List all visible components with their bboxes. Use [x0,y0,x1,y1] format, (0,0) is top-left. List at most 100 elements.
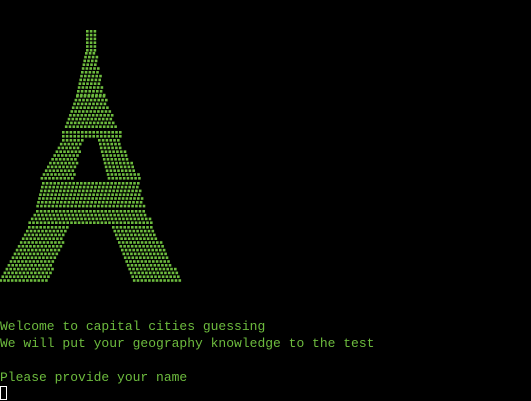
ascii-art-dot [130,264,134,267]
ascii-art-dot [33,245,36,248]
ascii-art-dot [119,245,123,248]
ascii-art-dot [81,67,85,70]
ascii-art-dot [89,37,93,41]
ascii-art-dot [138,189,142,193]
ascii-art-dot [121,169,124,172]
ascii-art-dot [104,121,107,125]
ascii-art-dot [93,45,97,48]
ascii-art-dot [102,182,106,185]
ascii-art-dot [89,33,93,37]
ascii-art-dot [118,182,121,185]
ascii-art-dot [86,213,90,217]
ascii-art-dot [69,131,73,134]
ascii-art-dot [134,221,138,224]
ascii-art-dot [91,59,94,63]
ascii-art-dot [109,117,113,121]
ascii-art-dot [36,221,39,224]
ascii-art-dot [114,158,117,161]
ascii-art-dot [127,221,130,224]
ascii-art-dot [25,245,28,248]
ascii-art-dot [93,98,97,102]
ascii-art-dot [63,201,67,204]
ascii-art-dot [115,210,119,213]
ascii-art-dot [83,125,87,128]
ascii-art-dot [129,182,132,185]
ascii-art-dot [47,260,51,263]
ascii-art-dot [86,41,89,44]
ascii-art-dot [136,201,139,204]
ascii-art-dot [47,204,51,208]
ascii-art-dot [164,264,168,267]
ascii-art-dot [64,182,68,185]
ascii-art-dot [144,279,147,282]
ascii-art-dot [94,63,97,66]
ascii-art-dot [113,139,116,142]
ascii-art-dot [50,193,54,196]
ascii-art-dot [143,213,147,217]
ascii-art-dot [88,90,91,93]
ascii-art-dot [45,182,49,185]
ascii-art-dot [44,213,48,217]
ascii-art-dot [99,74,102,78]
ascii-art-dot [159,248,162,252]
ascii-art-dot [106,173,110,176]
ascii-art-dot [53,197,56,200]
ascii-art-dot [140,229,143,233]
ascii-art-dot [40,252,43,256]
ascii-art-dot [62,131,65,134]
ascii-art-dot [79,95,83,98]
ascii-art-dot [129,197,132,200]
ascii-art-dot [103,131,107,134]
ascii-art-dot [50,173,53,176]
ascii-art-dot [9,275,12,278]
ascii-art-dot [84,217,87,221]
ascii-art-dot [142,204,146,208]
ascii-art-dot [117,139,120,142]
ascii-art-dot [142,226,145,229]
ascii-art-dot [23,248,26,252]
ascii-art-dot [57,217,61,221]
ascii-art-dot [92,121,96,125]
ascii-art-dot [118,217,121,221]
ascii-art-dot [174,279,178,282]
ascii-art-dot [30,271,33,275]
ascii-art-dot [107,146,111,150]
ascii-art-dot [80,193,84,196]
ascii-art-dot [38,264,41,267]
text-cursor[interactable] [0,386,7,400]
ascii-art-dot [155,267,158,271]
ascii-art-dot [99,102,103,106]
ascii-art-dot [20,267,24,271]
ascii-art-dot [98,213,101,217]
ascii-art-dot [107,193,111,196]
ascii-art-dot [109,154,113,157]
ascii-art-dot [127,256,131,259]
ascii-art-dot [129,260,132,263]
terminal-window[interactable]: Welcome to capital cities guessing We wi… [0,0,531,401]
ascii-art-dot [127,226,130,229]
ascii-art-dot [64,125,68,128]
ascii-art-dot [57,154,60,157]
ascii-art-dot [45,279,48,282]
eiffel-tower-ascii-art [0,30,182,282]
ascii-art-dot [99,146,103,150]
ascii-art-dot [71,213,75,217]
ascii-art-dot [92,135,95,138]
ascii-art-dot [55,252,59,256]
ascii-art-dot [57,241,61,244]
ascii-art-dot [99,114,103,117]
ascii-art-dot [95,55,99,59]
ascii-art-dot [99,142,102,146]
ascii-art-dot [104,150,108,153]
ascii-art-dot [71,169,75,172]
ascii-art-dot [95,125,98,128]
ascii-art-dot [34,271,37,275]
ascii-art-dot [100,135,103,138]
ascii-art-dot [101,117,105,121]
ascii-art-dot [96,221,100,224]
ascii-art-dot [85,110,89,113]
ascii-art-dot [47,267,50,271]
ascii-art-dot [85,221,88,224]
ascii-art-dot [50,226,54,229]
ascii-art-dot [98,139,101,142]
